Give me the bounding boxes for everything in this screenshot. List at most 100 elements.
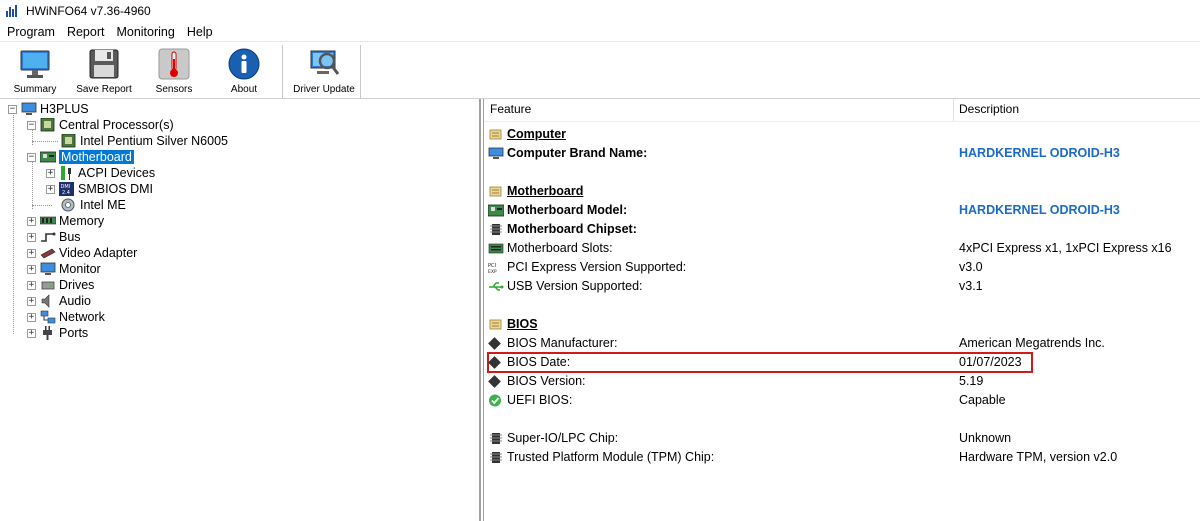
expand-icon[interactable]: +: [27, 296, 36, 306]
section-motherboard[interactable]: Motherboard: [488, 182, 583, 200]
tree-item-central-processor[interactable]: − Central Processor(s): [27, 117, 174, 133]
tree-label: Intel ME: [80, 198, 126, 212]
summary-button[interactable]: Summary: [2, 47, 68, 99]
menu-report[interactable]: Report: [60, 25, 110, 39]
expand-icon[interactable]: +: [27, 312, 36, 322]
sensors-button[interactable]: Sensors: [141, 47, 207, 99]
tree-label: ACPI Devices: [78, 166, 156, 180]
superio-row[interactable]: Super-IO/LPC Chip:: [488, 429, 618, 447]
expand-icon[interactable]: +: [27, 280, 36, 290]
feature-label: Motherboard Slots:: [507, 241, 613, 255]
tree-item-cpu[interactable]: Intel Pentium Silver N6005: [61, 133, 228, 149]
usb-version-value: v3.1: [959, 279, 983, 293]
menu-program[interactable]: Program: [0, 25, 60, 39]
column-divider[interactable]: [953, 99, 954, 121]
about-label: About: [230, 84, 258, 95]
tree-label: Drives: [59, 278, 95, 292]
chip-icon: [488, 223, 504, 236]
description-column-header[interactable]: Description: [959, 102, 1019, 116]
computer-brand-row[interactable]: Computer Brand Name:: [488, 144, 647, 162]
feature-label: Trusted Platform Module (TPM) Chip:: [507, 450, 715, 464]
feature-label: Computer Brand Name:: [507, 146, 648, 160]
computer-icon: [21, 102, 37, 116]
tree-item-motherboard[interactable]: − Motherboard: [27, 149, 134, 165]
bus-icon: [40, 230, 56, 244]
bios-version-value: 5.19: [959, 374, 984, 388]
expand-icon[interactable]: +: [46, 168, 55, 178]
bios-manufacturer-row[interactable]: BIOS Manufacturer:: [488, 334, 617, 352]
tree-item-bus[interactable]: + Bus: [27, 229, 81, 245]
tpm-row[interactable]: Trusted Platform Module (TPM) Chip:: [488, 448, 714, 466]
tree-guide-line: [32, 205, 52, 206]
save-report-label: Save Report: [76, 84, 132, 95]
tree-label: Memory: [59, 214, 105, 228]
collapse-icon[interactable]: −: [27, 120, 36, 130]
expand-icon[interactable]: +: [46, 184, 55, 194]
section-bullet-icon: [488, 318, 504, 331]
bios-chip-icon: [488, 374, 504, 388]
smbios-dmi-icon: DMI 2.4: [59, 182, 75, 196]
bios-date-row[interactable]: BIOS Date:: [488, 353, 570, 371]
feature-column-header[interactable]: Feature: [490, 102, 531, 116]
expand-icon[interactable]: +: [27, 232, 36, 242]
bios-date-value: 01/07/2023: [959, 355, 1022, 369]
superio-value: Unknown: [959, 431, 1012, 445]
feature-label: Super-IO/LPC Chip:: [507, 431, 619, 445]
tree-item-audio[interactable]: + Audio: [27, 293, 91, 309]
tree-label: H3PLUS: [40, 102, 89, 116]
expand-icon[interactable]: +: [27, 248, 36, 258]
tree-label: Bus: [59, 230, 81, 244]
tree-item-memory[interactable]: + Memory: [27, 213, 104, 229]
details-pane[interactable]: Feature Description Computer Computer Br…: [483, 99, 1200, 521]
floppy-disk-icon: [87, 47, 121, 81]
motherboard-slots-row[interactable]: Motherboard Slots:: [488, 239, 613, 257]
motherboard-icon: [39, 150, 57, 164]
tree-item-ports[interactable]: + Ports: [27, 325, 88, 341]
uefi-bios-row[interactable]: UEFI BIOS:: [488, 391, 572, 409]
expand-icon[interactable]: +: [27, 216, 36, 226]
tree-item-intel-me[interactable]: Intel ME: [61, 197, 126, 213]
collapse-icon[interactable]: −: [8, 104, 17, 114]
tree-item-video-adapter[interactable]: + Video Adapter: [27, 245, 137, 261]
summary-label: Summary: [13, 84, 57, 95]
expand-icon[interactable]: +: [27, 328, 36, 338]
usb-version-row[interactable]: USB Version Supported:: [488, 277, 643, 295]
section-computer[interactable]: Computer: [488, 125, 566, 143]
bios-chip-icon: [488, 355, 504, 369]
feature-label: BIOS Version:: [507, 374, 586, 388]
chip-icon: [488, 432, 504, 445]
uefi-bios-value: Capable: [959, 393, 1006, 407]
tree-item-drives[interactable]: + Drives: [27, 277, 94, 293]
about-button[interactable]: About: [211, 47, 277, 99]
feature-label: BIOS Manufacturer:: [507, 336, 618, 350]
collapse-icon[interactable]: −: [27, 152, 36, 162]
motherboard-chipset-row[interactable]: Motherboard Chipset:: [488, 220, 637, 238]
tree-item-network[interactable]: + Network: [27, 309, 105, 325]
tree-label: Audio: [59, 294, 91, 308]
save-report-button[interactable]: Save Report: [71, 47, 137, 99]
section-bios[interactable]: BIOS: [488, 315, 538, 333]
toolbar-separator: [282, 45, 283, 99]
pci-express-icon: PCI EXP: [488, 261, 504, 275]
pcie-version-row[interactable]: PCI EXP PCI Express Version Supported:: [488, 258, 686, 276]
menu-help[interactable]: Help: [180, 25, 218, 39]
computer-brand-value: HARDKERNEL ODROID-H3: [959, 146, 1120, 160]
feature-label: USB Version Supported:: [507, 279, 643, 293]
window-title: HWiNFO64 v7.36-4960: [26, 4, 151, 18]
bios-version-row[interactable]: BIOS Version:: [488, 372, 586, 390]
driver-update-label: Driver Update: [293, 84, 355, 95]
section-title: Motherboard: [507, 184, 584, 198]
feature-label: PCI Express Version Supported:: [507, 260, 687, 274]
memory-icon: [39, 214, 57, 228]
tree-item-smbios[interactable]: + DMI 2.4 SMBIOS DMI: [46, 181, 153, 197]
expand-icon[interactable]: +: [27, 264, 36, 274]
tree-item-acpi[interactable]: + ACPI Devices: [46, 165, 155, 181]
monitor-icon: [40, 262, 56, 276]
tree-label: Network: [59, 310, 105, 324]
menu-monitoring[interactable]: Monitoring: [109, 25, 179, 39]
tree-item-monitor[interactable]: + Monitor: [27, 261, 101, 277]
tree-item-h3plus[interactable]: − H3PLUS: [8, 101, 89, 117]
device-tree[interactable]: − H3PLUS − Central Processor(s) Intel Pe…: [0, 99, 481, 521]
motherboard-model-row[interactable]: Motherboard Model:: [487, 201, 627, 219]
driver-update-button[interactable]: Driver Update: [291, 47, 357, 99]
